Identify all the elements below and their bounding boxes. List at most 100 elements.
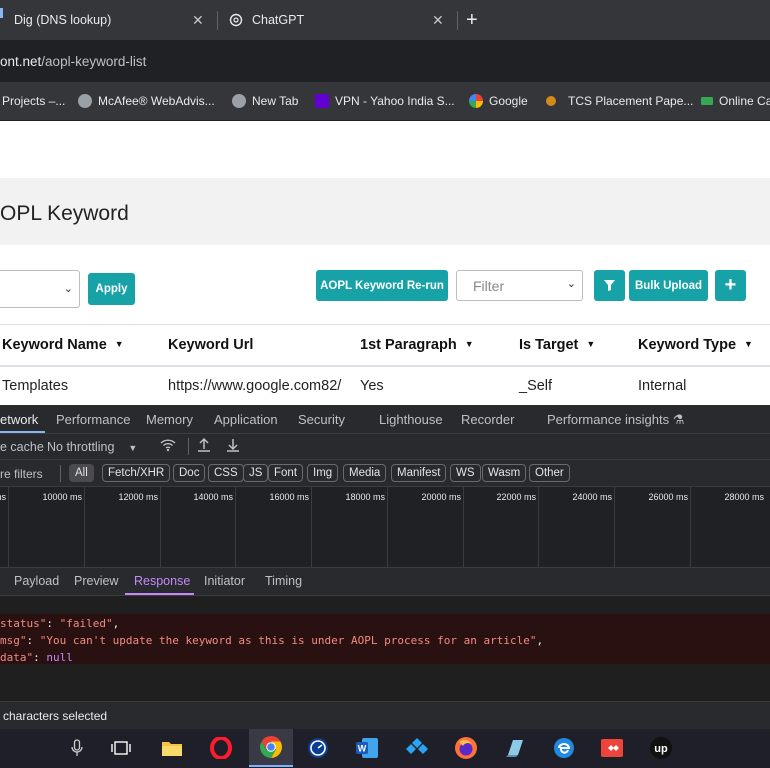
- timeline-label: 22000 ms: [496, 492, 536, 502]
- status-select[interactable]: ⌄: [0, 270, 80, 308]
- bookmark-mcafee[interactable]: McAfee® WebAdvis...: [78, 82, 215, 120]
- filter-chip-wasm[interactable]: Wasm: [482, 464, 527, 482]
- caret-down-icon: ▼: [128, 443, 138, 453]
- task-view-icon[interactable]: [106, 733, 136, 763]
- filter-chip-manifest[interactable]: Manifest: [391, 464, 447, 482]
- network-conditions-icon[interactable]: [160, 438, 176, 455]
- page-title: OPL Keyword: [0, 202, 129, 225]
- timeline-label: 18000 ms: [345, 492, 385, 502]
- edge-icon[interactable]: [549, 733, 579, 763]
- upload-icon[interactable]: [197, 437, 211, 456]
- notebook-app-icon[interactable]: [500, 733, 530, 763]
- more-filters-label[interactable]: re filters: [0, 467, 43, 481]
- chevron-down-icon: ⌄: [63, 283, 73, 295]
- column-header-keyword-url[interactable]: Keyword Url: [168, 337, 253, 353]
- active-tab-indicator: [0, 8, 3, 18]
- globe-icon: [78, 94, 92, 108]
- tab-network[interactable]: etwork: [0, 412, 38, 427]
- column-header-keyword-name[interactable]: Keyword Name ▼: [2, 337, 124, 353]
- url-host: ont.net: [0, 54, 42, 69]
- filter-chip-font[interactable]: Font: [268, 464, 304, 482]
- tab-dig-dns[interactable]: Dig (DNS lookup) ✕: [14, 0, 214, 40]
- tab-timing[interactable]: Timing: [265, 574, 302, 588]
- filter-chip-doc[interactable]: Doc: [173, 464, 206, 482]
- firefox-icon[interactable]: [451, 733, 481, 763]
- word-icon[interactable]: W: [352, 733, 382, 763]
- filter-select[interactable]: Filter ⌄: [456, 270, 583, 301]
- tab-preview[interactable]: Preview: [74, 574, 118, 588]
- code-line: data": null: [0, 651, 73, 664]
- throttling-select[interactable]: No throttling ▼: [47, 440, 137, 454]
- add-button[interactable]: +: [715, 270, 746, 301]
- filter-chip-img[interactable]: Img: [307, 464, 339, 482]
- web-page: OPL Keyword ⌄ Apply AOPL Keyword Re-run …: [0, 121, 770, 405]
- address-bar[interactable]: ont.net/aopl-keyword-list: [0, 40, 770, 82]
- tab-chatgpt[interactable]: ChatGPT ✕: [229, 0, 454, 40]
- opera-icon[interactable]: [206, 733, 236, 763]
- filter-chip-fetch-xhr[interactable]: Fetch/XHR: [102, 464, 171, 482]
- sort-caret-icon: ▼: [586, 339, 596, 349]
- filter-chip-all[interactable]: All: [69, 464, 94, 482]
- apply-button[interactable]: Apply: [88, 273, 135, 305]
- bookmarks-bar: Projects –... McAfee® WebAdvis... New Ta…: [0, 82, 770, 120]
- tab-memory[interactable]: Memory: [146, 412, 193, 427]
- new-tab-button[interactable]: +: [466, 9, 478, 32]
- sort-caret-icon: ▼: [464, 339, 474, 349]
- tab-response[interactable]: Response: [134, 574, 190, 588]
- bookmark-projects[interactable]: Projects –...: [2, 82, 65, 120]
- response-body[interactable]: status": "failed", msg": "You can't upda…: [0, 596, 770, 701]
- sort-caret-icon: ▼: [744, 339, 753, 349]
- column-header-keyword-type[interactable]: Keyword Type ▼: [638, 337, 753, 353]
- anydesk-icon[interactable]: [597, 733, 627, 763]
- bookmark-new-tab[interactable]: New Tab: [232, 82, 298, 120]
- chrome-icon[interactable]: [249, 729, 293, 767]
- tab-recorder[interactable]: Recorder: [461, 412, 514, 427]
- filter-chip-other[interactable]: Other: [529, 464, 570, 482]
- tab-application[interactable]: Application: [214, 412, 278, 427]
- code-line: msg": "You can't update the keyword as t…: [0, 634, 544, 647]
- tab-payload[interactable]: Payload: [14, 574, 59, 588]
- svg-text:up: up: [654, 743, 668, 755]
- cell-is-target: _Self: [519, 378, 553, 394]
- column-header-1st-paragraph[interactable]: 1st Paragraph ▼: [360, 337, 474, 353]
- bookmark-tcs[interactable]: TCS Placement Pape...: [546, 82, 693, 120]
- filter-chip-media[interactable]: Media: [343, 464, 387, 482]
- tab-initiator[interactable]: Initiator: [204, 574, 245, 588]
- tab-lighthouse[interactable]: Lighthouse: [379, 412, 443, 427]
- filter-toolbar: re filters All Fetch/XHR Doc CSS JS Font…: [0, 460, 770, 487]
- active-tab-indicator: [0, 431, 45, 433]
- active-tab-indicator: [125, 593, 194, 595]
- code-line: status": "failed",: [0, 617, 120, 630]
- chevron-down-icon: ⌄: [566, 278, 576, 290]
- upwork-icon[interactable]: up: [646, 733, 676, 763]
- bookmark-online[interactable]: Online Ca: [701, 82, 770, 120]
- download-icon[interactable]: [226, 437, 240, 456]
- network-toolbar: e cache No throttling ▼: [0, 434, 770, 460]
- filter-chip-css[interactable]: CSS: [208, 464, 244, 482]
- cell-1st-paragraph: Yes: [360, 378, 384, 394]
- tab-performance-insights[interactable]: Performance insights ⚗: [547, 412, 684, 428]
- bookmark-vpn-yahoo[interactable]: VPN - Yahoo India S...: [315, 82, 455, 120]
- disable-cache-label[interactable]: e cache: [0, 440, 44, 454]
- aopl-rerun-button[interactable]: AOPL Keyword Re-run: [316, 270, 448, 301]
- timeline-label: 14000 ms: [193, 492, 233, 502]
- filter-button[interactable]: [594, 270, 625, 301]
- close-icon[interactable]: ✕: [432, 12, 444, 29]
- bookmark-google[interactable]: Google: [469, 82, 528, 120]
- close-icon[interactable]: ✕: [192, 12, 204, 29]
- devtools-status-bar: characters selected: [0, 701, 770, 729]
- cell-keyword-url: https://www.google.com82/: [168, 378, 342, 394]
- status-text: characters selected: [3, 709, 108, 723]
- microphone-icon[interactable]: [62, 733, 92, 763]
- tab-performance[interactable]: Performance: [56, 412, 130, 427]
- column-header-is-target[interactable]: Is Target ▼: [519, 337, 595, 353]
- file-explorer-icon[interactable]: [157, 733, 187, 763]
- bulk-upload-button[interactable]: Bulk Upload: [629, 270, 708, 301]
- filter-chip-ws[interactable]: WS: [450, 464, 481, 482]
- filter-chip-js[interactable]: JS: [243, 464, 269, 482]
- devtools-tab-bar: etwork Performance Memory Application Se…: [0, 405, 770, 434]
- tab-security[interactable]: Security: [298, 412, 345, 427]
- sync-app-icon[interactable]: [402, 733, 432, 763]
- timeline-overview[interactable]: ms 10000 ms 12000 ms 14000 ms 16000 ms 1…: [0, 487, 770, 568]
- speed-gauge-icon[interactable]: [303, 733, 333, 763]
